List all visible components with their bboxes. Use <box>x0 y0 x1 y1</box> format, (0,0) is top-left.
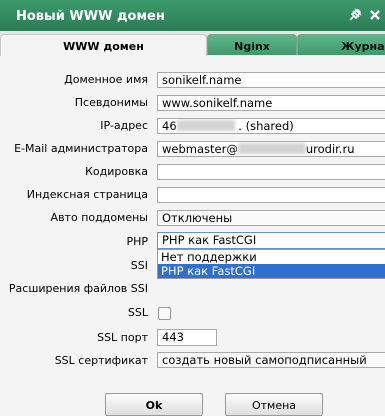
php-dropdown-list: Нет поддержки PHP как FastCGI <box>157 249 385 279</box>
aliases-label: Псевдонимы <box>74 96 148 109</box>
index-page-label: Индексная страница <box>26 188 148 201</box>
email-redacted <box>237 143 306 154</box>
php-option-none[interactable]: Нет поддержки <box>158 250 385 264</box>
ok-button[interactable]: Ok <box>105 393 203 416</box>
auto-subdomains-label: Авто поддомены <box>50 211 148 224</box>
ip-label: IP-адрес <box>100 119 148 132</box>
ssl-label: SSL <box>127 306 148 319</box>
encoding-input[interactable] <box>157 164 385 180</box>
index-page-input[interactable] <box>157 187 385 203</box>
aliases-input[interactable]: www.sonikelf.name <box>157 95 385 111</box>
php-option-fastcgi[interactable]: PHP как FastCGI <box>158 264 385 278</box>
ssl-port-label: SSL порт <box>97 331 148 344</box>
ssl-checkbox[interactable] <box>158 307 171 320</box>
tab-bar: WWW домен Nginx Журналь <box>0 31 385 56</box>
email-label: E-Mail администратора <box>14 142 148 155</box>
ip-redacted <box>176 120 235 131</box>
email-value-suffix: urodir.ru <box>305 142 355 156</box>
ssl-port-input[interactable]: 443 <box>157 329 217 346</box>
domain-label: Доменное имя <box>64 73 148 86</box>
tab-www-domain[interactable]: WWW домен <box>0 34 207 56</box>
domain-input[interactable]: sonikelf.name <box>157 72 385 88</box>
pin-icon[interactable] <box>348 8 362 22</box>
ip-input[interactable]: 46 . (shared) <box>157 118 385 134</box>
ssi-extensions-label: Расширения файлов SSI <box>8 282 148 295</box>
email-input[interactable]: webmaster@ urodir.ru <box>157 141 385 157</box>
tab-logs[interactable]: Журналь <box>297 34 385 55</box>
tab-nginx[interactable]: Nginx <box>207 34 297 55</box>
cancel-button[interactable]: Отмена <box>225 393 323 416</box>
ssi-label: SSI <box>130 259 148 272</box>
window-title: Новый WWW домен <box>16 9 165 24</box>
php-select[interactable]: PHP как FastCGI <box>157 232 385 249</box>
email-value-prefix: webmaster@ <box>162 142 238 156</box>
ssl-cert-select[interactable]: создать новый самоподписанный <box>157 352 385 368</box>
ip-value-prefix: 46 <box>162 119 177 133</box>
encoding-label: Кодировка <box>85 165 148 178</box>
auto-subdomains-select[interactable]: Отключены <box>157 210 385 226</box>
window-titlebar: Новый WWW домен <box>0 0 385 31</box>
ip-value-suffix: . (shared) <box>238 119 294 133</box>
php-label: PHP <box>126 235 148 248</box>
close-icon[interactable] <box>368 8 382 22</box>
ssl-cert-label: SSL сертификат <box>54 354 148 367</box>
